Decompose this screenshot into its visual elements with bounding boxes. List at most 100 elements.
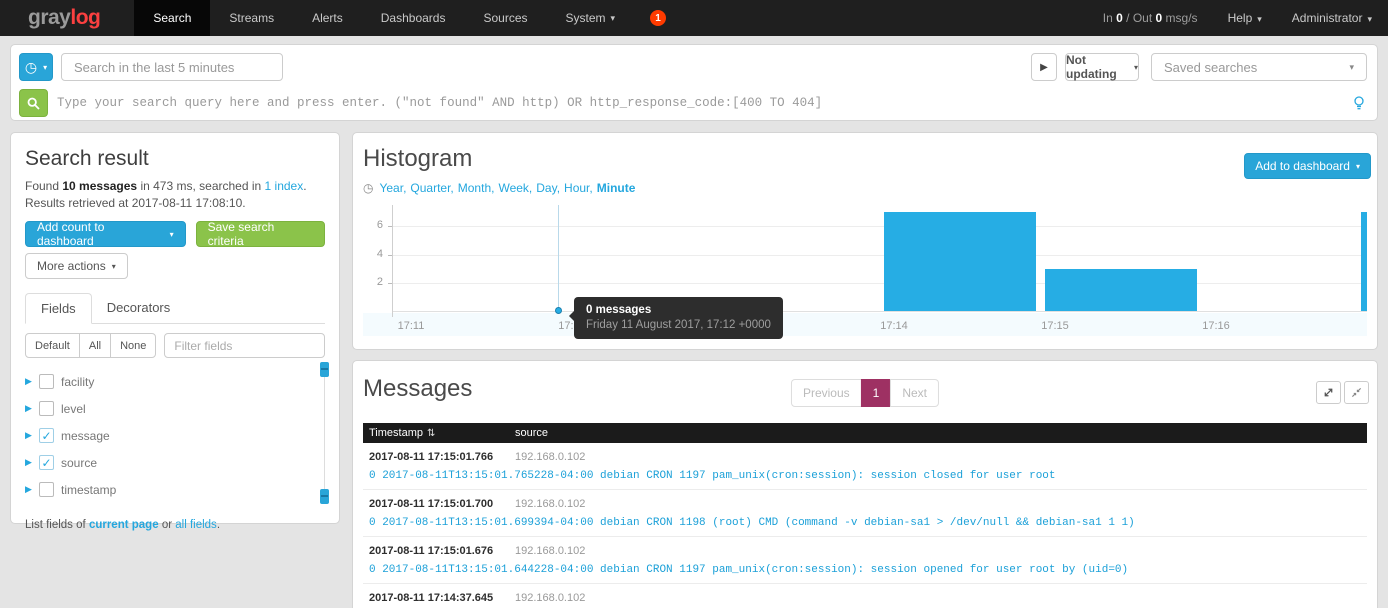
histogram-bar[interactable] bbox=[884, 212, 1036, 311]
field-row-message: ▶ ✓ message bbox=[25, 422, 325, 449]
expand-caret-icon[interactable]: ▶ bbox=[25, 376, 39, 387]
field-row-level: ▶ level bbox=[25, 395, 325, 422]
hover-crosshair-line bbox=[558, 205, 559, 311]
user-menu-administrator[interactable]: Administrator▾ bbox=[1292, 11, 1372, 25]
nav-item-system[interactable]: System▾ bbox=[547, 0, 635, 36]
message-text[interactable]: 0 2017-08-11T13:15:01.644228-04:00 debia… bbox=[369, 564, 1361, 576]
sidebar-title: Search result bbox=[25, 147, 325, 171]
pagination-page-1[interactable]: 1 bbox=[861, 379, 892, 407]
more-actions-button[interactable]: More actions▾ bbox=[25, 253, 128, 279]
compress-messages-button[interactable] bbox=[1344, 381, 1369, 404]
column-header-timestamp[interactable]: Timestamp bbox=[369, 427, 423, 439]
resolution-hour[interactable]: Hour, bbox=[564, 181, 593, 195]
time-range-picker-button[interactable]: ◷▾ bbox=[19, 53, 53, 81]
messages-title: Messages bbox=[363, 375, 472, 403]
refresh-interval-dropdown[interactable]: Not updating▾ bbox=[1065, 53, 1139, 81]
resolution-day[interactable]: Day, bbox=[536, 181, 560, 195]
throughput-indicator: In 0 / Out 0 msg/s bbox=[1103, 11, 1198, 25]
expand-icon bbox=[1323, 387, 1334, 398]
pagination-previous[interactable]: Previous bbox=[791, 379, 862, 407]
message-text[interactable]: 0 2017-08-11T13:15:01.699394-04:00 debia… bbox=[369, 517, 1361, 529]
time-range-input[interactable] bbox=[61, 53, 283, 81]
graylog-logo[interactable]: graylog bbox=[28, 0, 100, 36]
expand-caret-icon[interactable]: ▶ bbox=[25, 430, 39, 441]
nav-item-alerts[interactable]: Alerts bbox=[293, 0, 362, 36]
y-gridline bbox=[392, 255, 1367, 256]
resolution-minute[interactable]: Minute bbox=[597, 181, 636, 195]
scrollbar-handle-bottom[interactable] bbox=[320, 489, 329, 504]
search-submit-button[interactable] bbox=[19, 89, 48, 117]
expand-messages-button[interactable] bbox=[1316, 381, 1341, 404]
message-text[interactable]: 0 2017-08-11T13:15:01.765228-04:00 debia… bbox=[369, 470, 1361, 482]
y-axis-label: 2 bbox=[363, 276, 383, 288]
expand-caret-icon[interactable]: ▶ bbox=[25, 403, 39, 414]
index-link[interactable]: 1 index bbox=[265, 179, 304, 193]
tooltip-date: Friday 11 August 2017, 17:12 +0000 bbox=[586, 319, 771, 331]
message-row[interactable]: 2017-08-11 17:15:01.766 192.168.0.102 0 … bbox=[363, 443, 1367, 490]
nav-item-search[interactable]: Search bbox=[134, 0, 210, 36]
resolution-year[interactable]: Year, bbox=[379, 181, 406, 195]
message-source[interactable]: 192.168.0.102 bbox=[515, 498, 585, 510]
message-source[interactable]: 192.168.0.102 bbox=[515, 592, 585, 604]
expand-caret-icon[interactable]: ▶ bbox=[25, 457, 39, 468]
sidebar-tabs: Fields Decorators bbox=[25, 293, 325, 324]
current-page-link[interactable]: current page bbox=[89, 519, 159, 531]
message-checkbox[interactable]: ✓ bbox=[39, 428, 54, 443]
compress-icon bbox=[1351, 387, 1362, 398]
x-axis-label: 17:14 bbox=[872, 320, 916, 332]
chevron-down-icon: ▾ bbox=[170, 230, 174, 239]
level-checkbox[interactable] bbox=[39, 401, 54, 416]
save-search-criteria-button[interactable]: Save search criteria bbox=[196, 221, 325, 247]
chart-tooltip: 0 messages Friday 11 August 2017, 17:12 … bbox=[574, 297, 783, 339]
message-source[interactable]: 192.168.0.102 bbox=[515, 451, 585, 463]
source-checkbox[interactable]: ✓ bbox=[39, 455, 54, 470]
x-axis-line bbox=[392, 311, 1367, 312]
pagination-next[interactable]: Next bbox=[890, 379, 939, 407]
resolution-quarter[interactable]: Quarter, bbox=[410, 181, 453, 195]
filter-fields-input[interactable] bbox=[164, 333, 325, 358]
fields-none-button[interactable]: None bbox=[110, 333, 156, 358]
all-fields-link[interactable]: all fields bbox=[175, 519, 217, 531]
histogram-title: Histogram bbox=[363, 145, 472, 173]
field-row-source: ▶ ✓ source bbox=[25, 449, 325, 476]
fields-default-button[interactable]: Default bbox=[25, 333, 80, 358]
nav-item-sources[interactable]: Sources bbox=[464, 0, 546, 36]
tab-fields[interactable]: Fields bbox=[25, 293, 92, 324]
help-menu[interactable]: Help▾ bbox=[1228, 11, 1262, 25]
scrollbar-track bbox=[324, 362, 325, 504]
histogram-chart[interactable]: 0 messages Friday 11 August 2017, 17:12 … bbox=[363, 201, 1367, 336]
facility-checkbox[interactable] bbox=[39, 374, 54, 389]
y-axis-line bbox=[392, 205, 393, 317]
messages-panel: Messages Previous 1 Next Timestamp ⇅ sou… bbox=[352, 360, 1378, 608]
saved-searches-select[interactable]: Saved searches ▾ bbox=[1151, 53, 1367, 81]
message-row[interactable]: 2017-08-11 17:14:37.645 192.168.0.102 0 … bbox=[363, 584, 1367, 608]
histogram-bar-partial[interactable] bbox=[1361, 212, 1367, 311]
resolution-week[interactable]: Week, bbox=[498, 181, 532, 195]
message-row[interactable]: 2017-08-11 17:15:01.700 192.168.0.102 0 … bbox=[363, 490, 1367, 537]
y-gridline bbox=[392, 226, 1367, 227]
add-count-to-dashboard-button[interactable]: Add count to dashboard▾ bbox=[25, 221, 186, 247]
chevron-down-icon: ▾ bbox=[1134, 63, 1138, 72]
field-list: ▶ facility ▶ level ▶ ✓ message ▶ ✓ sourc… bbox=[25, 368, 325, 503]
add-to-dashboard-button[interactable]: Add to dashboard▾ bbox=[1244, 153, 1371, 179]
tab-decorators[interactable]: Decorators bbox=[92, 293, 186, 324]
nav-item-streams[interactable]: Streams bbox=[210, 0, 293, 36]
play-refresh-button[interactable]: ▶ bbox=[1031, 53, 1057, 81]
message-row[interactable]: 2017-08-11 17:15:01.676 192.168.0.102 0 … bbox=[363, 537, 1367, 584]
navbar-right: In 0 / Out 0 msg/s Help▾ Administrator▾ bbox=[1103, 0, 1372, 36]
fields-scrollbar bbox=[320, 362, 329, 504]
fields-all-button[interactable]: All bbox=[79, 333, 111, 358]
expand-caret-icon[interactable]: ▶ bbox=[25, 484, 39, 495]
timestamp-checkbox[interactable] bbox=[39, 482, 54, 497]
nav-item-dashboards[interactable]: Dashboards bbox=[362, 0, 465, 36]
search-query-input[interactable] bbox=[57, 89, 1347, 117]
scrollbar-handle-top[interactable] bbox=[320, 362, 329, 377]
message-source[interactable]: 192.168.0.102 bbox=[515, 545, 585, 557]
histogram-bar[interactable] bbox=[1045, 269, 1197, 311]
lightbulb-icon[interactable] bbox=[1353, 96, 1365, 111]
notification-count-badge[interactable]: 1 bbox=[650, 10, 666, 26]
resolution-month[interactable]: Month, bbox=[458, 181, 495, 195]
sort-icon[interactable]: ⇅ bbox=[427, 428, 435, 439]
column-header-source[interactable]: source bbox=[515, 427, 548, 439]
x-axis-label: 17:16 bbox=[1194, 320, 1238, 332]
